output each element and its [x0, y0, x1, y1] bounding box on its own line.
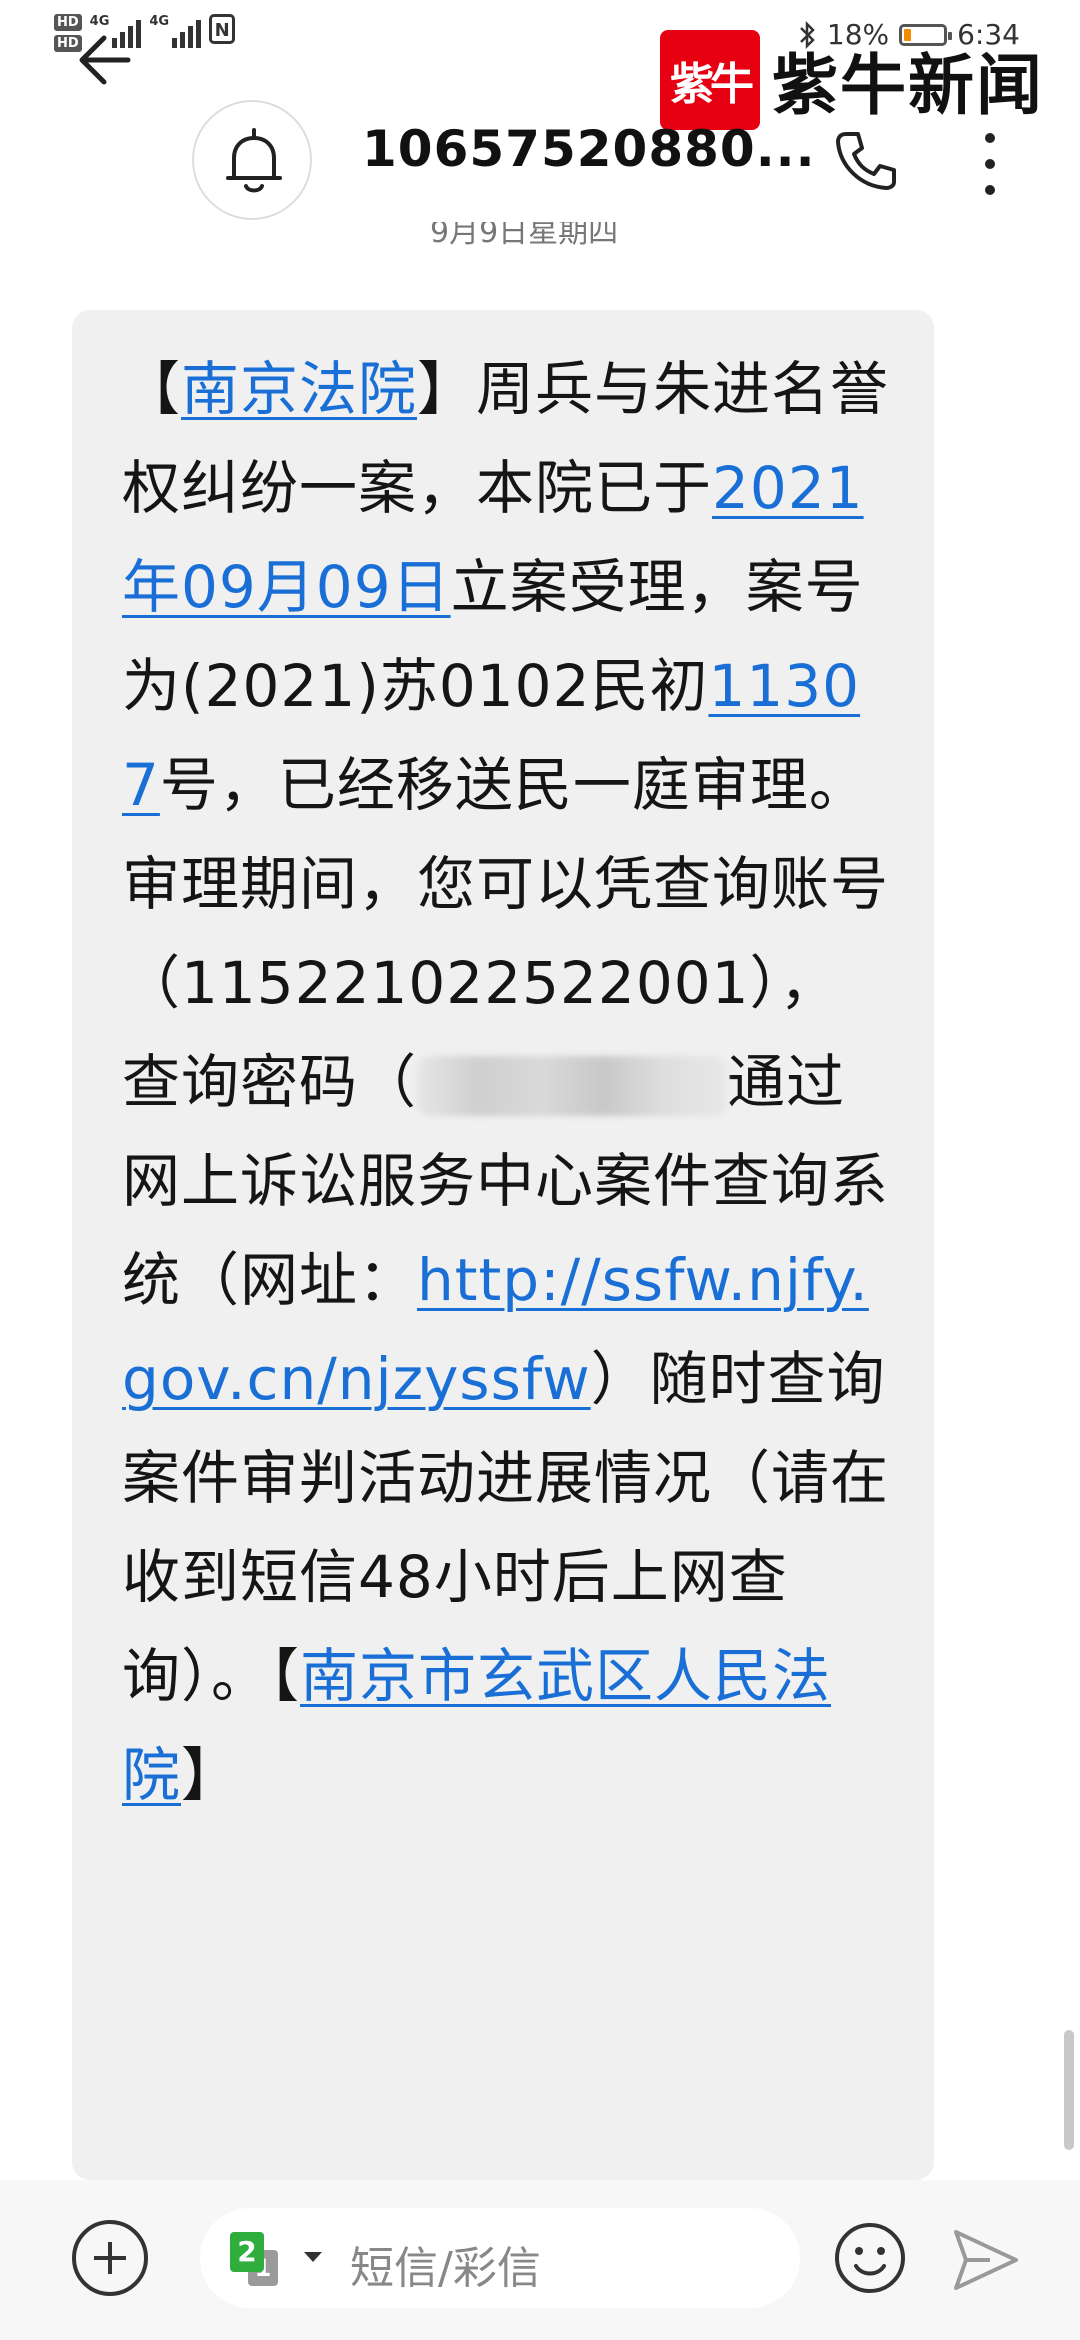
send-icon[interactable]: [950, 2226, 1022, 2294]
network-type-2: 4G: [149, 14, 170, 29]
nfc-icon: N: [209, 14, 236, 44]
redacted-password: [417, 1055, 728, 1116]
ziniu-logo-text: 紫牛新闻: [772, 46, 1044, 124]
phone-call-icon[interactable]: [826, 120, 906, 200]
ziniu-logo-mark: 紫牛: [660, 30, 760, 130]
sim-primary-icon: 2: [230, 2232, 264, 2272]
ziniu-news-watermark: 紫牛 紫牛新闻: [660, 30, 1044, 130]
chevron-down-icon[interactable]: [304, 2252, 322, 2262]
notification-toggle-button[interactable]: [192, 100, 312, 220]
conversation-title[interactable]: 10657520880...: [362, 120, 816, 178]
message-bubble[interactable]: 【南京法院】周兵与朱进名誉权纠纷一案，本院已于2021年09月09日立案受理，案…: [72, 310, 934, 2180]
message-link[interactable]: 南京法院: [181, 355, 417, 423]
scrollbar[interactable]: [1064, 2030, 1074, 2150]
date-separator: 9月9日星期四: [430, 222, 619, 250]
message-input-field[interactable]: 1 2 短信/彩信: [200, 2208, 800, 2308]
sim-selector[interactable]: 1 2: [230, 2232, 286, 2288]
more-options-icon[interactable]: [970, 128, 1010, 200]
emoji-icon[interactable]: [832, 2220, 908, 2296]
add-attachment-button[interactable]: [72, 2220, 148, 2296]
message-input-placeholder: 短信/彩信: [350, 2243, 541, 2294]
message-text-segment: 【: [122, 355, 182, 423]
signal-icon-2: 4G: [149, 14, 202, 48]
back-arrow-icon[interactable]: [70, 20, 150, 100]
compose-bar: 1 2 短信/彩信: [0, 2180, 1080, 2340]
bell-icon: [226, 128, 282, 193]
message-text-segment: 】: [181, 1741, 241, 1809]
message-text: 【南京法院】周兵与朱进名誉权纠纷一案，本院已于2021年09月09日立案受理，案…: [122, 340, 894, 1825]
